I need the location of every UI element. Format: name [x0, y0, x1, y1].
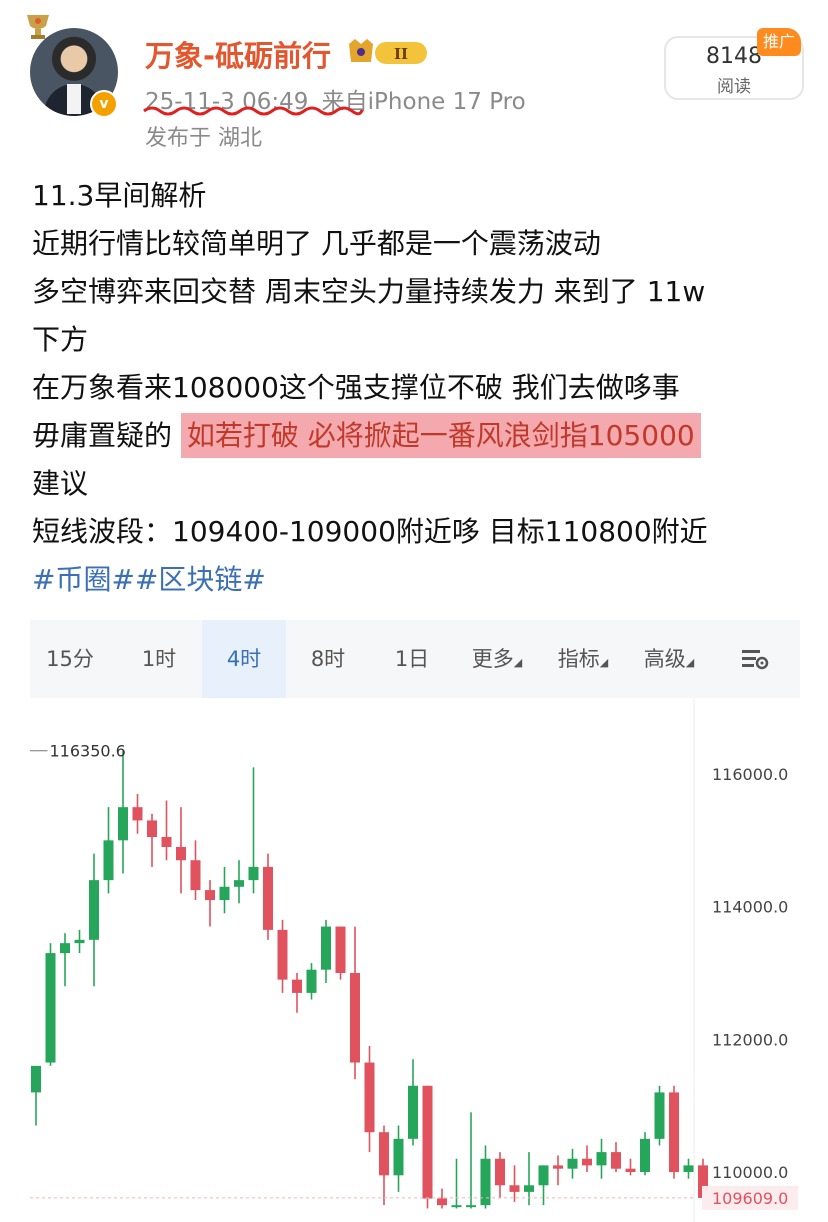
read-count-label: 阅读	[717, 77, 751, 97]
indicators-dropdown[interactable]: 指标◢	[546, 620, 620, 698]
candle-body	[147, 820, 157, 838]
candle-body	[538, 1165, 549, 1186]
candle-body	[103, 840, 114, 881]
candle-body	[132, 807, 143, 821]
timeframe-tabs: 15分 1时 4时 8时 1日 更多◢ 指标◢ 高级◢	[30, 620, 800, 698]
candle-body	[611, 1152, 621, 1169]
username[interactable]: 万象-砥砺前行	[145, 33, 331, 75]
dropdown-arrow-icon: ◢	[599, 656, 609, 669]
post-line: 建议	[32, 467, 89, 500]
candle-body	[393, 1138, 404, 1176]
verified-badge-icon: v	[90, 90, 118, 118]
post-body: 11.3早间解析 近期行情比较简单明了 几乎都是一个震荡波动 多空博弈来回交替 …	[32, 172, 812, 604]
candle-body	[495, 1158, 505, 1186]
more-label: 更多	[471, 647, 514, 671]
candle-body	[335, 926, 346, 973]
post-line: 在万象看来108000这个强支撑位不破 我们去做哆事	[32, 371, 680, 404]
tab-1d[interactable]: 1日	[372, 620, 452, 698]
candle-body	[277, 929, 288, 980]
more-dropdown[interactable]: 更多◢	[460, 620, 534, 698]
candle-body	[161, 837, 172, 847]
candle-body	[45, 953, 56, 1063]
candle-body	[437, 1198, 447, 1206]
candle-body	[683, 1165, 694, 1172]
level-badge-text: II	[394, 45, 408, 63]
promo-tag[interactable]: 推广	[757, 28, 801, 56]
red-squiggle-annotation	[143, 106, 364, 116]
candle-body	[524, 1185, 534, 1192]
candle-body	[640, 1138, 650, 1172]
indicators-label: 指标	[557, 647, 600, 671]
tab-4h[interactable]: 4时	[202, 620, 286, 698]
y-tick-label: 112000.0	[712, 1030, 788, 1049]
candle-body	[176, 846, 186, 861]
candle-body	[306, 969, 317, 993]
candle-body	[582, 1158, 592, 1166]
y-tick-label: 110000.0	[712, 1163, 788, 1182]
post-line: 多空博弈来回交替 周末空头力量持续发力 来到了 11w	[32, 275, 706, 308]
post-line: 毋庸置疑的 如若打破 必将掀起一番风浪剑指105000	[32, 412, 812, 460]
advanced-dropdown[interactable]: 高级◢	[632, 620, 706, 698]
candle-body	[509, 1185, 520, 1192]
dropdown-arrow-icon: ◢	[685, 656, 695, 669]
post-line: 近期行情比较简单明了 几乎都是一个震荡波动	[32, 227, 601, 260]
candle-body	[408, 1085, 418, 1139]
post-line: 短线波段：109400-109000附近哆 目标110800附近	[32, 515, 708, 548]
candle-body	[321, 926, 331, 970]
candle-body	[248, 866, 259, 881]
tab-1h[interactable]: 1时	[116, 620, 202, 698]
candle-body	[654, 1092, 665, 1139]
candle-body	[31, 1065, 41, 1093]
level-badge-icon: II	[349, 39, 427, 64]
candle-body	[205, 890, 215, 901]
y-tick-label: 116000.0	[712, 765, 788, 784]
candle-body	[422, 1085, 433, 1199]
kline-panel: 15分 1时 4时 8时 1日 更多◢ 指标◢ 高级◢ 116000.0 1140…	[30, 620, 800, 1222]
candle-body	[118, 807, 128, 841]
settings-list-icon[interactable]	[740, 647, 770, 671]
candle-body	[466, 1205, 476, 1208]
post-header: v 万象-砥砺前行 II 25-11-3 06:49 来自iPhone 17 P…	[0, 0, 828, 170]
candle-body	[596, 1152, 607, 1166]
candle-body	[567, 1158, 578, 1169]
advanced-label: 高级	[643, 647, 686, 671]
candle-body	[60, 943, 70, 954]
candle-body	[364, 1062, 375, 1133]
current-price-label: 109609.0	[712, 1189, 788, 1208]
candlestick-chart[interactable]: 116000.0 114000.0 112000.0 110000.0 116350.6…	[30, 698, 828, 1222]
post-line: 11.3早间解析	[32, 179, 207, 212]
tab-8h[interactable]: 8时	[286, 620, 370, 698]
candle-body	[263, 866, 273, 930]
candle-body	[379, 1132, 389, 1176]
high-price-label: 116350.6	[50, 742, 126, 761]
tab-15m[interactable]: 15分	[30, 620, 110, 698]
post-line: 下方	[32, 323, 89, 356]
candle-body	[219, 886, 230, 901]
candle-body	[451, 1205, 462, 1208]
candle-body	[625, 1168, 636, 1172]
candle-body	[234, 880, 244, 887]
candle-body	[553, 1165, 563, 1169]
post-location: 发布于 湖北	[145, 126, 262, 151]
hashtag-links[interactable]: #币圈##区块链#	[32, 556, 812, 604]
candle-body	[74, 939, 85, 944]
dropdown-arrow-icon: ◢	[513, 656, 523, 669]
y-tick-label: 114000.0	[712, 898, 788, 917]
candle-body	[292, 979, 302, 993]
candle-body	[190, 860, 201, 891]
candle-body	[89, 880, 99, 940]
candle-body	[669, 1092, 679, 1172]
candle-body	[350, 973, 360, 1063]
highlighted-text: 如若打破 必将掀起一番风浪剑指105000	[180, 413, 701, 458]
post-text: 毋庸置疑的	[32, 419, 181, 452]
